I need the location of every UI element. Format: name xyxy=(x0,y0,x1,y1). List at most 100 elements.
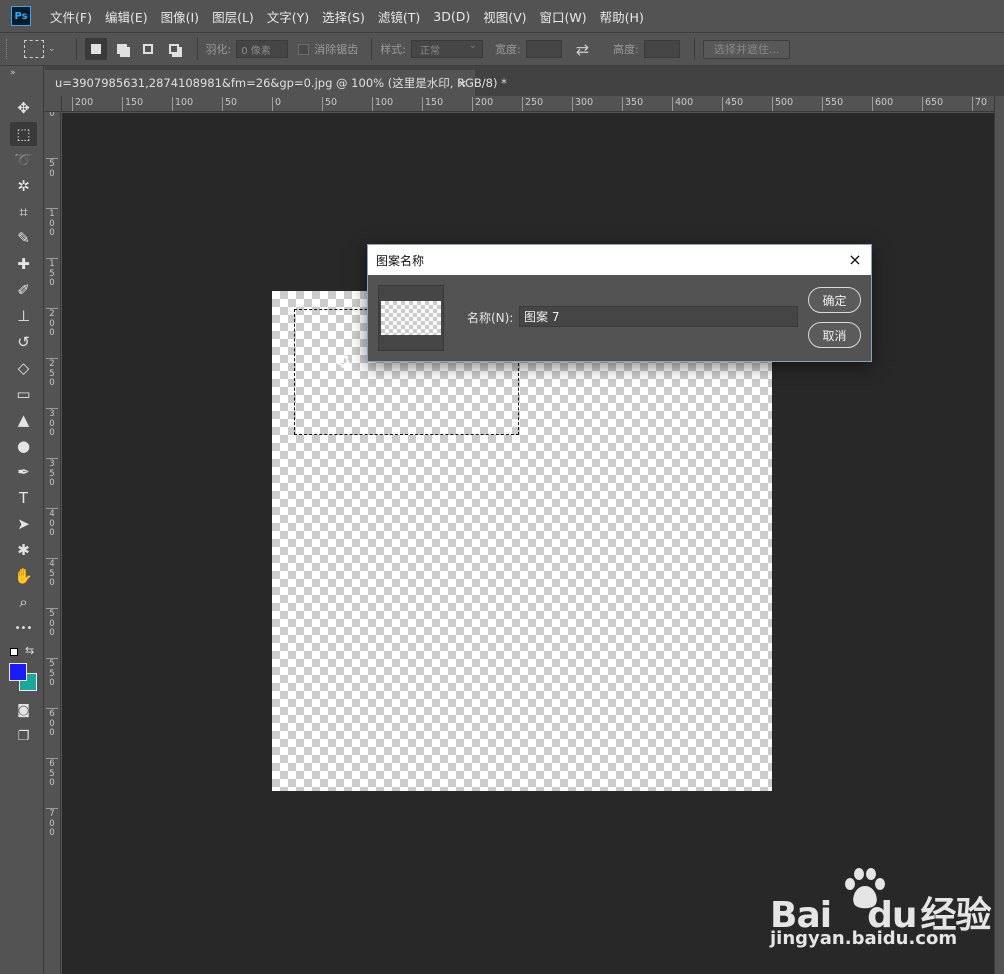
collapse-panel-icon[interactable]: » xyxy=(10,68,16,78)
height-input[interactable] xyxy=(643,40,680,58)
close-icon[interactable]: × xyxy=(845,250,865,270)
more-tools[interactable]: ••• xyxy=(10,616,37,640)
pen-tool[interactable]: ✒ xyxy=(10,460,37,484)
crop-tool[interactable]: ⌗ xyxy=(10,200,37,224)
menu-select[interactable]: 选择(S) xyxy=(322,7,365,26)
menu-window[interactable]: 窗口(W) xyxy=(540,7,587,26)
intersect-selection-button[interactable] xyxy=(163,38,185,60)
hand-tool[interactable]: ✋ xyxy=(10,564,37,588)
new-selection-icon xyxy=(90,44,101,54)
history-brush-tool[interactable]: ↺ xyxy=(10,330,37,354)
ruler-tick-label: 0 xyxy=(46,112,58,120)
clone-stamp-tool[interactable]: ⊥ xyxy=(10,304,37,328)
options-bar-grip[interactable] xyxy=(6,39,10,59)
menu-help[interactable]: 帮助(H) xyxy=(600,7,644,26)
vertical-ruler[interactable]: 0 50 100 150 200 250 300 350 400 450 500 550 600 650 7… xyxy=(45,112,61,974)
antialias-checkbox[interactable] xyxy=(298,43,310,55)
horizontal-ruler[interactable]: 200 150 100 50 0 50 100 150 200 250 300 350 400 450 50… xyxy=(62,96,1004,112)
lasso-tool[interactable]: ➰ xyxy=(10,148,37,172)
select-and-mask-button[interactable]: 选择并遮住... xyxy=(702,39,791,59)
type-tool[interactable]: T xyxy=(10,486,37,510)
dodge-tool[interactable]: ● xyxy=(10,434,37,458)
menu-file[interactable]: 文件(F) xyxy=(50,7,92,26)
pattern-preview xyxy=(378,285,444,351)
menu-filter[interactable]: 滤镜(T) xyxy=(378,7,420,26)
magic-wand-tool[interactable]: ✲ xyxy=(10,174,37,198)
ruler-tick-label: 0 xyxy=(272,97,281,111)
cancel-button[interactable]: 取消 xyxy=(808,322,861,348)
baidu-url: jingyan.baidu.com xyxy=(770,928,958,949)
menu-layer[interactable]: 图层(L) xyxy=(212,7,254,26)
divider xyxy=(196,38,198,60)
document-tab-bar: u=3907985631,2874108981&fm=26&gp=0.jpg @… xyxy=(45,66,1004,96)
ruler-tick-label: 550 xyxy=(46,658,58,689)
gradient-tool[interactable]: ▭ xyxy=(10,382,37,406)
ruler-tick-label: 450 xyxy=(46,558,58,589)
ruler-tick-label: 200 xyxy=(472,97,493,111)
ruler-tick-label: 400 xyxy=(672,97,693,111)
shape-tool[interactable]: ✱ xyxy=(10,538,37,562)
document-canvas[interactable]: ✿ xyxy=(272,291,772,791)
pattern-name-input[interactable] xyxy=(519,306,798,327)
divider xyxy=(693,38,695,60)
move-tool[interactable]: ✥ xyxy=(10,96,37,120)
canvas-workspace[interactable]: ✿ Bai du 经验 jingyan.baidu.com xyxy=(62,113,1004,974)
ruler-tick-label: 100 xyxy=(172,97,193,111)
right-panel-edge[interactable] xyxy=(994,96,1004,974)
close-icon[interactable]: × xyxy=(458,77,467,90)
quick-mask-icon[interactable]: ◙ xyxy=(10,698,37,722)
style-label: 样式: xyxy=(380,43,406,56)
feather-label: 羽化: xyxy=(205,43,232,56)
feather-input[interactable]: 0 像素 xyxy=(236,40,289,58)
ruler-tick-label: 300 xyxy=(572,97,593,111)
add-to-selection-button[interactable] xyxy=(111,38,133,60)
document-tab[interactable]: u=3907985631,2874108981&fm=26&gp=0.jpg @… xyxy=(45,70,507,96)
blur-tool[interactable]: ▲ xyxy=(10,408,37,432)
eraser-tool[interactable]: ◇ xyxy=(10,356,37,380)
menu-image[interactable]: 图像(I) xyxy=(161,7,199,26)
swap-width-height-icon[interactable]: ⇄ xyxy=(576,40,589,59)
ruler-tick-label: 600 xyxy=(46,708,58,739)
name-label: 名称(N): xyxy=(467,311,514,325)
intersect-selection-icon xyxy=(168,44,179,54)
brush-tool[interactable]: ✐ xyxy=(10,278,37,302)
swap-colors-icon[interactable]: ⇆ xyxy=(25,644,34,657)
tools-panel: » ✥ ⬚ ➰ ✲ ⌗ ✎ ✚ ✐ ⊥ ↺ ◇ ▭ ▲ ● ✒ T ➤ ✱ ✋ ⌕ ••• ⇆ ◙ ❐ xyxy=(0,66,44,974)
ruler-tick-label: 50 xyxy=(222,97,237,111)
foreground-color-swatch[interactable] xyxy=(9,663,27,681)
menu-3d[interactable]: 3D(D) xyxy=(433,9,470,24)
zoom-tool[interactable]: ⌕ xyxy=(10,590,37,614)
pattern-name-dialog: 图案名称 × 名称(N): 确定 取消 xyxy=(367,244,872,362)
ruler-tick-label: 250 xyxy=(522,97,543,111)
ruler-tick-label: 150 xyxy=(122,97,143,111)
ruler-tick-label: 400 xyxy=(46,508,58,539)
tool-preset-marquee-icon[interactable] xyxy=(24,40,44,58)
dialog-titlebar[interactable]: 图案名称 × xyxy=(368,245,871,275)
ruler-tick-label: 500 xyxy=(46,608,58,639)
ruler-tick-label: 700 xyxy=(46,808,58,839)
eyedropper-tool[interactable]: ✎ xyxy=(10,226,37,250)
ruler-tick-label: 100 xyxy=(372,97,393,111)
width-input[interactable] xyxy=(525,40,562,58)
menu-type[interactable]: 文字(Y) xyxy=(267,7,309,26)
document-tab-title: u=3907985631,2874108981&fm=26&gp=0.jpg @… xyxy=(55,76,507,90)
ruler-tick-label: 250 xyxy=(46,358,58,389)
path-selection-tool[interactable]: ➤ xyxy=(10,512,37,536)
style-select[interactable]: 正常 xyxy=(410,40,483,58)
ruler-tick-label: 100 xyxy=(46,208,58,239)
chevron-down-icon[interactable]: ⌄ xyxy=(48,44,56,54)
screen-mode-icon[interactable]: ❐ xyxy=(10,724,37,748)
new-selection-button[interactable] xyxy=(84,38,107,60)
ruler-tick-label: 50 xyxy=(46,158,58,179)
ruler-tick-label: 150 xyxy=(422,97,443,111)
default-colors-icon[interactable] xyxy=(10,648,18,656)
menu-view[interactable]: 视图(V) xyxy=(483,7,526,26)
healing-brush-tool[interactable]: ✚ xyxy=(10,252,37,276)
marquee-tool[interactable]: ⬚ xyxy=(10,122,37,146)
menu-edit[interactable]: 编辑(E) xyxy=(105,7,148,26)
ruler-origin[interactable] xyxy=(45,96,62,112)
ruler-tick-label: 200 xyxy=(72,97,93,111)
subtract-from-selection-button[interactable] xyxy=(137,38,159,60)
ok-button[interactable]: 确定 xyxy=(808,287,861,313)
ruler-tick-label: 550 xyxy=(822,97,843,111)
